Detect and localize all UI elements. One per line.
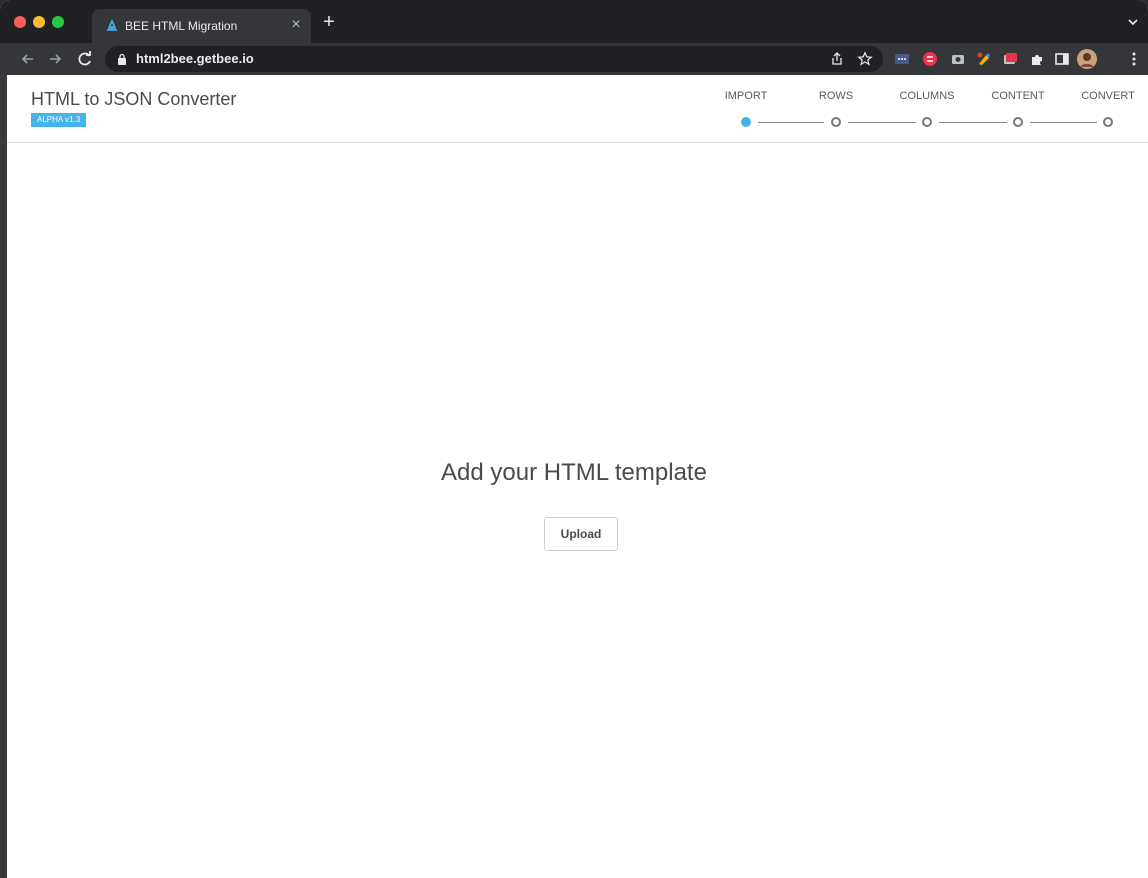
close-tab-icon[interactable]: × <box>287 16 305 34</box>
step-dot-rows[interactable] <box>831 117 841 127</box>
main-content <box>7 143 1148 878</box>
upload-heading: Add your HTML template <box>441 459 707 486</box>
back-arrow-icon[interactable] <box>18 49 38 69</box>
upload-button[interactable]: Upload <box>544 517 618 551</box>
step-label-columns: COLUMNS <box>899 90 955 102</box>
step-label-convert: CONVERT <box>1081 90 1135 102</box>
share-icon[interactable] <box>829 51 845 67</box>
step-dot-columns[interactable] <box>922 117 932 127</box>
step-dot-content[interactable] <box>1013 117 1023 127</box>
tab-search-chevron-icon[interactable] <box>1126 15 1140 29</box>
bee-favicon-icon <box>106 19 118 31</box>
step-dot-convert[interactable] <box>1103 117 1113 127</box>
address-bar[interactable]: html2bee.getbee.io <box>105 46 883 72</box>
reload-icon[interactable] <box>75 49 95 69</box>
app-header: HTML to JSON Converter ALPHA v1.3 IMPORT… <box>7 75 1148 143</box>
step-connector <box>758 122 824 123</box>
minimize-window-button[interactable] <box>33 16 45 28</box>
profile-avatar[interactable] <box>1077 49 1097 69</box>
red-card-extension-icon[interactable] <box>1002 51 1018 67</box>
step-dot-import[interactable] <box>741 117 751 127</box>
kebab-menu-icon[interactable] <box>1126 51 1142 67</box>
star-icon[interactable] <box>857 51 873 67</box>
version-badge: ALPHA v1.3 <box>31 113 87 127</box>
new-tab-button[interactable]: + <box>319 12 339 32</box>
forward-arrow-icon[interactable] <box>45 49 65 69</box>
camera-extension-icon[interactable] <box>950 51 966 67</box>
browser-toolbar: html2bee.getbee.io <box>0 43 1148 75</box>
step-connector <box>1030 122 1097 123</box>
step-connector <box>939 122 1007 123</box>
puzzle-icon[interactable] <box>1029 51 1045 67</box>
browser-tab[interactable]: BEE HTML Migration × <box>92 9 311 43</box>
step-label-rows: ROWS <box>818 90 854 102</box>
color-picker-extension-icon[interactable] <box>976 51 992 67</box>
app-title: HTML to JSON Converter <box>31 89 237 109</box>
lock-icon[interactable] <box>117 53 127 65</box>
step-connector <box>848 122 916 123</box>
close-window-button[interactable] <box>14 16 26 28</box>
url-text[interactable]: html2bee.getbee.io <box>136 51 254 66</box>
more-dots-extension-icon[interactable] <box>894 51 910 67</box>
step-label-content: CONTENT <box>991 90 1045 102</box>
browser-window: BEE HTML Migration × + html2bee.getbee.i… <box>0 0 1148 878</box>
tab-strip: BEE HTML Migration × + <box>0 0 1148 43</box>
step-label-import: IMPORT <box>724 90 768 102</box>
tab-title: BEE HTML Migration <box>125 19 238 33</box>
maximize-window-button[interactable] <box>52 16 64 28</box>
sidebar-icon[interactable] <box>1054 51 1070 67</box>
red-extension-icon[interactable] <box>922 51 938 67</box>
